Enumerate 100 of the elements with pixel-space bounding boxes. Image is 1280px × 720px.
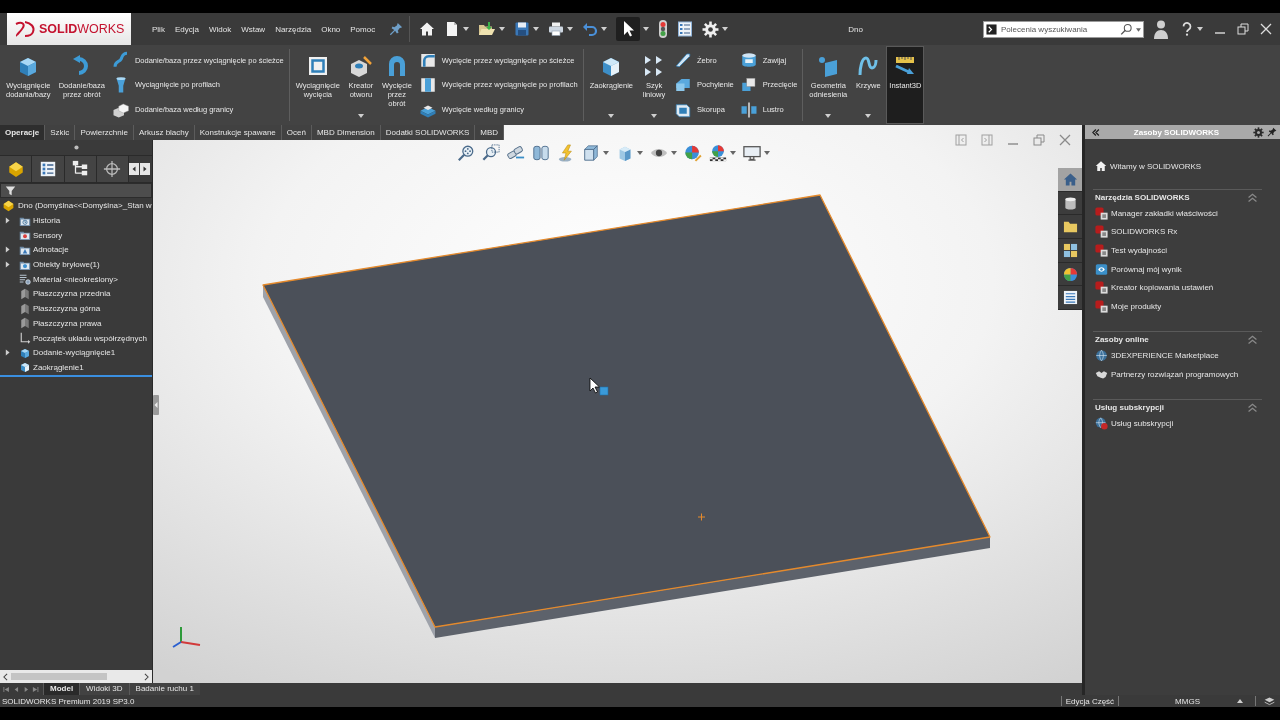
tree-item[interactable]: Zaokrąglenie1	[33, 362, 84, 372]
menu-item[interactable]: Edycja	[174, 24, 199, 34]
panel-tab[interactable]	[96, 156, 129, 182]
tab[interactable]: Dodatki SOLIDWORKS	[380, 125, 476, 140]
caret-icon[interactable]	[1237, 699, 1243, 703]
tree-item[interactable]: Początek układu współrzędnych	[33, 333, 147, 343]
traffic-light-icon[interactable]	[658, 19, 669, 39]
caret-icon[interactable]	[637, 151, 643, 155]
resource-link[interactable]: Moje produkty	[1111, 301, 1162, 311]
printer-icon[interactable]	[548, 21, 565, 37]
menu-item[interactable]: Narzędzia	[275, 24, 312, 34]
tab[interactable]: Widoki 3D	[79, 683, 129, 695]
menu-item[interactable]: Plik	[152, 24, 165, 34]
tree-item[interactable]: Płaszczyzna prawa	[33, 318, 102, 328]
collapse-chevron-icon[interactable]	[1247, 333, 1258, 345]
rollback-bar[interactable]	[0, 374, 152, 377]
tree-item[interactable]: Płaszczyzna przednia	[33, 289, 111, 299]
search-field[interactable]: Polecenia wyszukiwania	[983, 20, 1144, 38]
grip-icon[interactable]	[73, 145, 79, 150]
caret-icon[interactable]	[499, 27, 506, 31]
user-icon[interactable]	[1153, 19, 1169, 39]
tree-item[interactable]: Materiał <nieokreślony>	[33, 274, 118, 284]
layers-icon[interactable]	[1264, 695, 1275, 707]
binoculars-icon[interactable]	[507, 144, 525, 162]
tab[interactable]: Oceń	[281, 125, 312, 140]
caret-icon[interactable]	[601, 27, 608, 31]
undo-arrow-icon[interactable]	[582, 21, 599, 37]
settings-icon[interactable]	[1253, 126, 1264, 138]
search-icon[interactable]	[1120, 22, 1133, 36]
resource-link[interactable]: 3DEXPERIENCE Marketplace	[1111, 351, 1219, 361]
menu-item[interactable]: Wstaw	[241, 24, 266, 34]
tab[interactable]: Model	[43, 683, 80, 695]
restore-icon[interactable]	[1237, 23, 1249, 35]
caret-icon[interactable]	[533, 27, 540, 31]
tab[interactable]: MBD Dimension	[311, 125, 381, 140]
tab[interactable]: MBD	[475, 125, 505, 140]
caret-icon[interactable]	[1136, 27, 1141, 32]
checkered-ball-icon[interactable]	[709, 144, 727, 162]
expand-arrow-icon[interactable]	[5, 261, 10, 269]
tab[interactable]: Konstrukcje spawane	[194, 125, 282, 140]
tile-left-icon[interactable]	[955, 134, 967, 146]
caret-right-icon[interactable]	[22, 685, 30, 693]
caret-icon[interactable]	[722, 27, 729, 31]
caret-icon[interactable]	[463, 27, 470, 31]
tree-item[interactable]: Dodanie-wyciągnięcie1	[33, 348, 116, 358]
caret-icon[interactable]	[671, 151, 677, 155]
tab[interactable]: Badanie ruchu 1	[128, 683, 200, 695]
panel-tab[interactable]	[32, 156, 65, 182]
split-cylinder-icon[interactable]	[532, 144, 550, 162]
menu-item[interactable]: Okno	[321, 24, 341, 34]
collapse-chevron-icon[interactable]	[1247, 191, 1258, 203]
units-selector[interactable]: MMGS	[1175, 696, 1200, 706]
menu-item[interactable]: Widok	[208, 24, 232, 34]
caret-left-icon[interactable]	[129, 163, 139, 175]
resource-link[interactable]: Porównaj mój wynik	[1111, 264, 1182, 274]
tab[interactable]: Operacje	[0, 125, 46, 140]
filter-field[interactable]	[0, 183, 152, 198]
tree-item[interactable]: Adnotacje	[33, 245, 69, 255]
expand-arrow-icon[interactable]	[5, 217, 10, 225]
caret-icon[interactable]	[603, 151, 609, 155]
tab[interactable]: Arkusz blachy	[133, 125, 195, 140]
caret-icon[interactable]	[730, 151, 736, 155]
resource-link[interactable]: Witamy w SOLIDWORKS	[1110, 161, 1202, 171]
pin-icon[interactable]	[389, 22, 404, 36]
tree-item[interactable]: Historia	[33, 216, 61, 226]
pin-icon[interactable]	[1267, 127, 1277, 137]
zoom-area-icon[interactable]	[482, 144, 500, 162]
caret-icon[interactable]	[1197, 27, 1203, 31]
tree-item[interactable]: Sensory	[33, 230, 63, 240]
tab[interactable]: Powierzchnie	[75, 125, 134, 140]
checklist-icon[interactable]	[677, 21, 694, 37]
tree-item[interactable]: Dno (Domyślna<<Domyślna>_Stan w	[18, 201, 152, 211]
monitor-icon[interactable]	[743, 144, 761, 162]
resource-link[interactable]: Usług subskrypcji	[1111, 418, 1174, 428]
settings-icon[interactable]	[702, 20, 720, 38]
tab[interactable]: Szkic	[45, 125, 76, 140]
color-ball-icon[interactable]	[684, 144, 702, 162]
double-chevron-icon[interactable]	[1091, 127, 1100, 137]
caret-icon[interactable]	[764, 151, 770, 155]
tree-item[interactable]: Płaszczyzna górna	[33, 304, 101, 314]
pointer-icon[interactable]	[616, 17, 641, 41]
resource-link[interactable]: Kreator kopiowania ustawień	[1111, 283, 1214, 293]
cube-icon[interactable]	[582, 144, 600, 162]
expand-arrow-icon[interactable]	[5, 246, 10, 254]
help-icon[interactable]	[1180, 21, 1194, 37]
tile-right-icon[interactable]	[981, 134, 993, 146]
expand-arrow-icon[interactable]	[5, 349, 10, 357]
caret-icon[interactable]	[567, 27, 574, 31]
resource-link[interactable]: SOLIDWORKS Rx	[1111, 227, 1178, 237]
panel-tab[interactable]	[64, 156, 97, 182]
collapse-chevron-icon[interactable]	[1247, 401, 1258, 413]
menu-item[interactable]: Pomoc	[350, 24, 376, 34]
skip-right-icon[interactable]	[32, 685, 39, 693]
resource-link[interactable]: Partnerzy rozwiązań programowych	[1111, 369, 1239, 379]
open-folder-icon[interactable]	[478, 21, 497, 37]
skip-left-icon[interactable]	[3, 685, 10, 693]
resource-link[interactable]: Manager zakładki właściwości	[1111, 208, 1218, 218]
resource-link[interactable]: Test wydajności	[1111, 246, 1168, 255]
caret-right-icon[interactable]	[140, 163, 150, 175]
panel-tab[interactable]	[0, 156, 33, 182]
